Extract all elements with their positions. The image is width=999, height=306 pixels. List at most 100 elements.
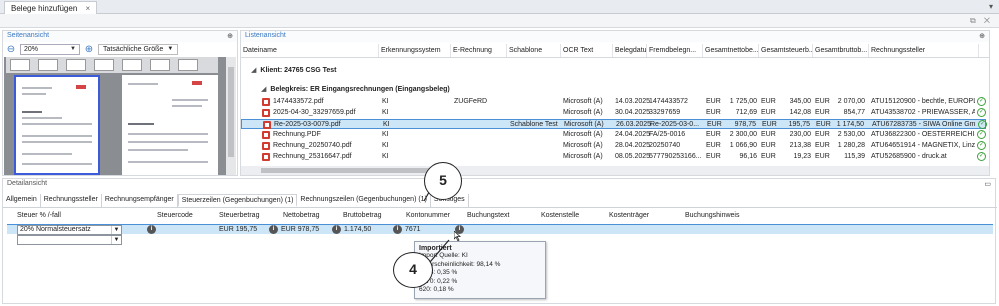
tab-steuerzeilen[interactable]: Steuerzeilen (Gegenbuchungen) (1) <box>177 194 298 207</box>
status-ok-icon[interactable]: ✓ <box>977 141 986 150</box>
tab-allgemein[interactable]: Allgemein <box>3 194 41 207</box>
invoice-page[interactable] <box>122 75 218 175</box>
list-row[interactable]: 2025-04-30_33297659.pdf KI Microsoft (A) 30… <box>241 108 986 118</box>
tab-rechnungsempfaenger[interactable]: Rechnungsempfänger <box>101 194 178 207</box>
status-ok-icon[interactable]: ✓ <box>978 120 987 129</box>
column-header[interactable]: Steuerbetrag <box>219 212 259 219</box>
account-number[interactable]: 7671 <box>405 225 421 235</box>
status-ok-icon[interactable]: ✓ <box>977 130 986 139</box>
tab-rechnungssteller[interactable]: Rechnungssteller <box>40 194 102 207</box>
cell-tax: 142,08 <box>789 109 811 116</box>
column-header[interactable]: Bruttobetrag <box>343 212 382 219</box>
chevron-down-icon[interactable]: ▼ <box>111 236 121 244</box>
tax-amount[interactable]: EUR 195,75 <box>219 225 257 235</box>
page-thumbnail[interactable] <box>150 59 170 71</box>
list-row[interactable]: Re-2025-03-0079.pdf KI Schablone Test Micro… <box>241 119 987 129</box>
column-header[interactable]: E-Rechnung <box>451 44 507 57</box>
cell-cur3: EUR <box>815 98 830 105</box>
page-thumbnail[interactable] <box>178 59 198 71</box>
group-row-client[interactable]: ◢ Klient: 24765 CSG Test <box>251 66 337 74</box>
actual-size-button[interactable]: Tatsächliche Größe ▼ <box>98 43 179 55</box>
info-icon[interactable]: i <box>147 225 156 234</box>
cell-steller: ATU15120900 - bechtle, EUROPLAZ <box>871 98 975 105</box>
cell-net: 712,69 <box>735 109 757 116</box>
list-row[interactable]: 1474433572.pdf KI ZUGFeRD Microsoft (A) 14.0… <box>241 97 986 107</box>
page-thumbnail[interactable] <box>94 59 114 71</box>
cell-net: 2 300,00 <box>729 131 757 138</box>
column-header[interactable]: Belegdatu... <box>613 44 647 57</box>
cell-cur1: EUR <box>706 98 721 105</box>
info-icon[interactable]: i <box>332 225 341 234</box>
list-row[interactable]: Rechnung.PDF KI Microsoft (A) 24.04.2025 FA/… <box>241 130 986 140</box>
tax-case-select[interactable]: 20% Normalsteuersatz ▼ <box>17 225 122 235</box>
group-row-belegkreis[interactable]: ◢ Belegkreis: ER Eingangsrechnungen (Eing… <box>261 85 450 93</box>
invoice-page-selected[interactable] <box>14 75 100 175</box>
page-thumbnail[interactable] <box>66 59 86 71</box>
pin-icon[interactable]: ⊕ <box>227 32 233 40</box>
list-row[interactable]: Rechnung_20250740.pdf KI Microsoft (A) 28.0… <box>241 141 986 151</box>
list-row[interactable]: Rechnung_25316647.pdf KI Microsoft (A) 08.0… <box>241 152 986 162</box>
zoom-select[interactable]: 20% ▼ <box>20 43 80 55</box>
info-icon[interactable]: i <box>393 225 402 234</box>
page-thumbnail[interactable] <box>10 59 30 71</box>
column-header[interactable]: Rechnungssteller <box>869 44 979 57</box>
cell-file: Rechnung_25316647.pdf <box>273 153 352 160</box>
chevron-down-icon[interactable]: ▼ <box>167 46 173 52</box>
logo-image <box>192 81 202 85</box>
close-icon[interactable]: × <box>86 4 91 13</box>
page-thumbnail[interactable] <box>122 59 142 71</box>
column-header[interactable]: Buchungshinweis <box>685 212 739 219</box>
collapse-icon[interactable]: ◢ <box>251 67 256 74</box>
cell-steller: ATU67283735 - SIWA Online GmbH <box>872 121 976 128</box>
text-line <box>22 141 92 143</box>
page-thumbnail[interactable] <box>38 59 58 71</box>
column-header[interactable]: Nettobetrag <box>283 212 320 219</box>
tab-belege-hinzufuegen[interactable]: Belege hinzufügen × <box>4 1 98 14</box>
cell-net: 1 066,90 <box>729 142 757 149</box>
scroll-thumb[interactable] <box>261 168 451 173</box>
cell-sys: KI <box>382 142 389 149</box>
column-header[interactable]: Schablone <box>507 44 561 57</box>
chevron-down-icon[interactable]: ▼ <box>111 226 121 234</box>
column-header[interactable]: Steuercode <box>157 212 193 219</box>
cell-cur3: EUR <box>815 153 830 160</box>
horizontal-scrollbar[interactable] <box>241 166 989 175</box>
chevron-down-icon[interactable]: ▾ <box>989 2 993 11</box>
chevron-down-icon[interactable]: ▼ <box>66 46 76 52</box>
info-icon[interactable]: i <box>269 225 278 234</box>
column-header[interactable]: Steuer % /-fall <box>17 212 61 219</box>
cell-fremd: 20250740 <box>649 142 681 149</box>
tab-rechnungszeilen[interactable]: Rechnungszeilen (Gegenbuchungen) (1) <box>297 194 431 207</box>
cell-gross: 1 174,50 <box>836 121 864 128</box>
document-preview[interactable] <box>4 57 236 175</box>
column-header[interactable]: Kontonummer <box>406 212 450 219</box>
status-ok-icon[interactable]: ✓ <box>977 97 986 106</box>
column-header[interactable]: Erkennungssystem <box>379 44 451 57</box>
column-header[interactable]: Gesamtsteuerb... <box>759 44 813 57</box>
column-header[interactable]: Gesamtnettobe... <box>703 44 759 57</box>
cell-steller: ATU36822300 - OESTERREICHISCH <box>871 131 975 138</box>
collapse-icon[interactable]: ◢ <box>261 86 266 93</box>
tax-case-select-empty[interactable]: ▼ <box>17 235 122 245</box>
status-ok-icon[interactable]: ✓ <box>977 152 986 161</box>
vertical-scrollbar[interactable] <box>226 57 236 175</box>
status-ok-icon[interactable]: ✓ <box>977 108 986 117</box>
column-header[interactable]: Kostenstelle <box>541 212 579 219</box>
column-header[interactable]: Buchungstext <box>467 212 509 219</box>
pin-icon[interactable]: ⊕ <box>979 32 985 40</box>
column-header[interactable]: Dateiname <box>241 44 379 57</box>
gross-amount[interactable]: 1.174,50 <box>344 225 371 235</box>
net-amount[interactable]: EUR 978,75 <box>281 225 319 235</box>
cell-gross: 854,77 <box>843 109 865 116</box>
column-header[interactable]: Kostenträger <box>609 212 649 219</box>
cell-tax: 230,00 <box>789 131 811 138</box>
maximize-icon[interactable]: ▭ <box>984 180 991 188</box>
zoom-in-icon[interactable]: ⊕ <box>84 44 94 55</box>
column-header[interactable]: Fremdbelegn... <box>647 44 703 57</box>
zoom-out-icon[interactable]: ⊖ <box>6 44 16 55</box>
column-header[interactable]: OCR Text <box>561 44 613 57</box>
window-controls-icon[interactable]: ⧉ ✕ <box>970 16 993 26</box>
scroll-thumb[interactable] <box>228 67 234 157</box>
tax-row[interactable]: 20% Normalsteuersatz ▼ i EUR 195,75 i EU… <box>7 224 993 235</box>
column-header[interactable]: Gesamtbruttob... <box>813 44 869 57</box>
